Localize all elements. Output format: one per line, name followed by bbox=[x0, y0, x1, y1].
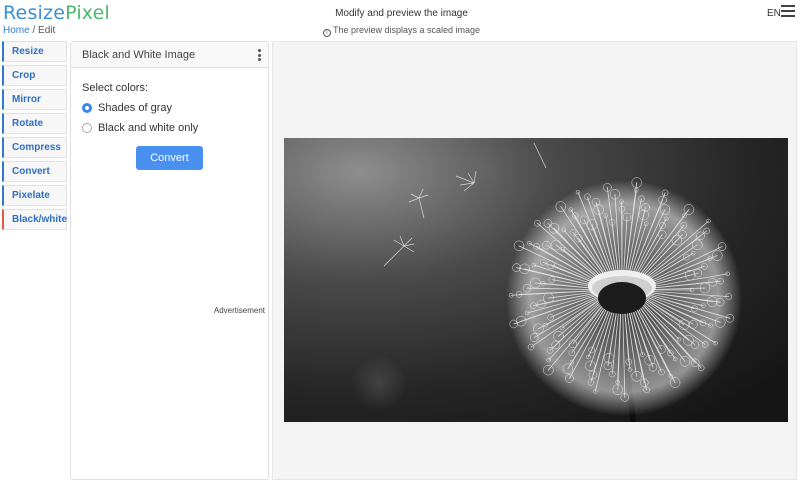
panel-title: Black and White Image bbox=[82, 49, 196, 61]
page-subtitle: i The preview displays a scaled image bbox=[0, 25, 803, 37]
select-colors-label: Select colors: bbox=[82, 82, 149, 94]
radio-black-white-only[interactable] bbox=[82, 123, 92, 133]
panel-body: Select colors: Shades of gray Black and … bbox=[71, 68, 268, 184]
language-selector[interactable]: EN bbox=[767, 8, 781, 19]
tool-sidebar: Resize Crop Mirror Rotate Compress Conve… bbox=[2, 41, 67, 233]
option-black-white-only[interactable]: Black and white only bbox=[82, 121, 257, 135]
preview-area bbox=[272, 41, 797, 480]
sidebar-item-resize[interactable]: Resize bbox=[2, 41, 67, 62]
info-icon: i bbox=[322, 29, 331, 37]
advertisement-label: Advertisement bbox=[213, 306, 265, 315]
sidebar-item-convert[interactable]: Convert bbox=[2, 161, 67, 182]
radio-shades-of-gray[interactable] bbox=[82, 103, 92, 113]
hamburger-menu-icon[interactable] bbox=[781, 5, 795, 18]
panel-header: Black and White Image bbox=[71, 42, 268, 68]
vertical-dots-icon[interactable] bbox=[258, 49, 262, 63]
sidebar-item-crop[interactable]: Crop bbox=[2, 65, 67, 86]
settings-panel: Black and White Image Select colors: Sha… bbox=[70, 41, 269, 480]
convert-button[interactable]: Convert bbox=[136, 146, 203, 170]
sidebar-item-rotate[interactable]: Rotate bbox=[2, 113, 67, 134]
page-subtitle-text: The preview displays a scaled image bbox=[332, 25, 481, 35]
sidebar-item-compress[interactable]: Compress bbox=[2, 137, 67, 158]
option-label: Black and white only bbox=[98, 122, 199, 134]
page-title: Modify and preview the image bbox=[335, 8, 468, 19]
sidebar-item-black-white[interactable]: Black/white bbox=[2, 209, 67, 230]
preview-image bbox=[284, 138, 788, 422]
option-label: Shades of gray bbox=[98, 102, 172, 114]
sidebar-item-pixelate[interactable]: Pixelate bbox=[2, 185, 67, 206]
sidebar-item-mirror[interactable]: Mirror bbox=[2, 89, 67, 110]
option-shades-of-gray[interactable]: Shades of gray bbox=[82, 101, 257, 115]
